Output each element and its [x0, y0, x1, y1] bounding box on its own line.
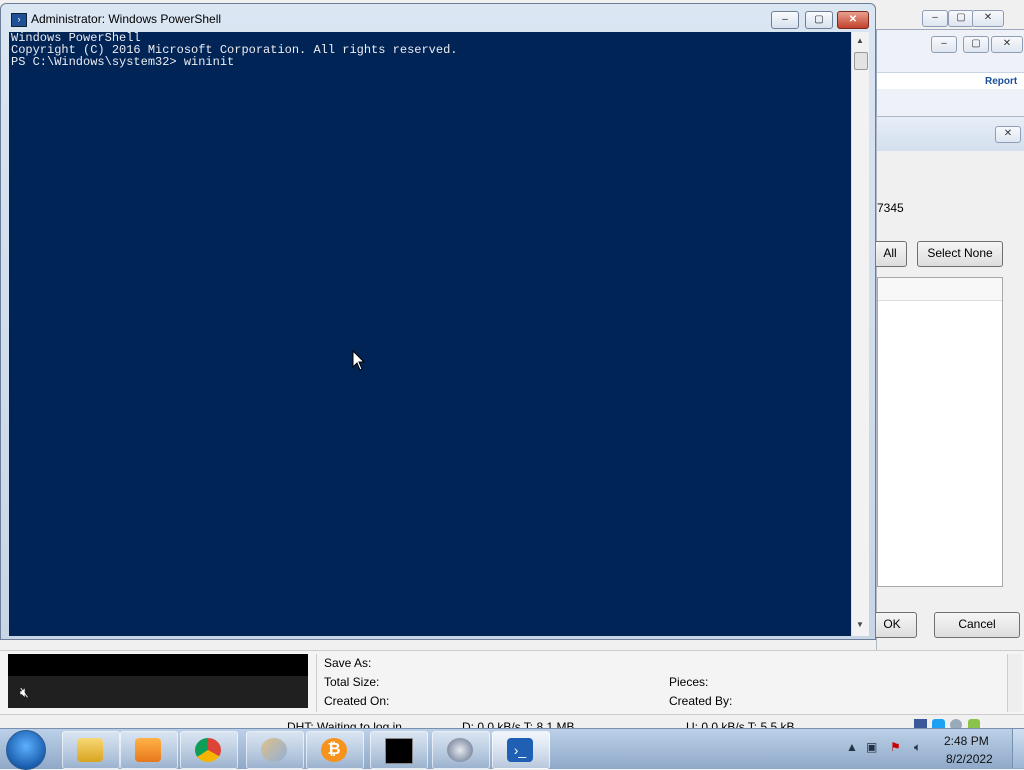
- minimize-button[interactable]: –: [771, 11, 799, 29]
- paint-icon: [261, 738, 287, 762]
- powershell-window: › Administrator: Windows PowerShell – ▢ …: [0, 3, 876, 640]
- background-window-1: – ▢ ✕: [876, 3, 1024, 29]
- created-by-label: Created By:: [669, 694, 733, 708]
- bg1-minimize-button[interactable]: –: [922, 10, 948, 27]
- scrollbar-thumb[interactable]: [854, 52, 868, 70]
- details-scrollbar[interactable]: [1007, 654, 1022, 712]
- media-player-icon: [135, 738, 161, 762]
- action-center-icon[interactable]: ⚑: [890, 740, 906, 756]
- mouse-cursor-icon: [352, 350, 366, 371]
- scroll-up-icon[interactable]: ▲: [856, 36, 864, 45]
- show-hidden-icons-icon[interactable]: ▲: [846, 740, 862, 756]
- chrome-icon: [195, 738, 221, 762]
- report-link[interactable]: Report: [985, 76, 1017, 87]
- clock-time[interactable]: 2:48 PM: [944, 734, 989, 748]
- bg2-minimize-button[interactable]: –: [931, 36, 957, 53]
- network-icon[interactable]: ▣: [866, 740, 882, 756]
- scroll-down-icon[interactable]: ▼: [856, 620, 864, 629]
- show-desktop-button[interactable]: [1012, 729, 1024, 768]
- torrent-dialog: ✕ 7345 All Select None OK Cancel: [867, 116, 1024, 652]
- dialog-close-button[interactable]: ✕: [995, 126, 1021, 143]
- volume-icon[interactable]: 🔈︎: [914, 740, 930, 756]
- taskbar-bitcoin[interactable]: ₿: [306, 731, 364, 769]
- save-as-label: Save As:: [324, 656, 372, 670]
- total-size-label: Total Size:: [324, 675, 380, 689]
- vertical-scrollbar[interactable]: ▲ ▼: [851, 32, 869, 636]
- file-explorer-icon: [77, 738, 103, 762]
- taskbar-file-explorer[interactable]: [62, 731, 120, 769]
- taskbar-paint[interactable]: [246, 731, 304, 769]
- taskbar-powershell[interactable]: ›_: [492, 731, 550, 769]
- bg2-close-button[interactable]: ✕: [991, 36, 1023, 53]
- bittorrent-icon: [447, 738, 473, 762]
- bg1-maximize-button[interactable]: ▢: [948, 10, 974, 27]
- start-button[interactable]: [6, 730, 46, 770]
- bg2-maximize-button[interactable]: ▢: [963, 36, 989, 53]
- file-list[interactable]: [877, 277, 1003, 587]
- cmd-icon: [385, 738, 413, 764]
- select-none-button[interactable]: Select None: [917, 241, 1003, 267]
- dialog-number-fragment: 7345: [877, 201, 904, 215]
- taskbar-cmd[interactable]: [370, 731, 428, 769]
- video-controls: 🔇︎: [8, 676, 308, 708]
- console-output[interactable]: Windows PowerShell Copyright (C) 2016 Mi…: [9, 32, 851, 636]
- close-button[interactable]: ✕: [837, 11, 869, 29]
- created-on-label: Created On:: [324, 694, 390, 708]
- taskbar-media-player[interactable]: [120, 731, 178, 769]
- select-all-button[interactable]: All: [873, 241, 907, 267]
- file-list-header: [878, 278, 1002, 301]
- console-prompt-line: PS C:\Windows\system32> wininit: [11, 55, 235, 69]
- info-separator: [316, 654, 317, 712]
- background-window-2: – ▢ ✕ Report: [876, 29, 1024, 117]
- pieces-label: Pieces:: [669, 675, 709, 689]
- status-bar: DHT: Waiting to log in D: 0.0 kB/s T: 8.…: [0, 714, 1024, 729]
- clock-date[interactable]: 8/2/2022: [946, 752, 993, 766]
- bg1-close-button[interactable]: ✕: [972, 10, 1004, 27]
- powershell-taskbar-icon: ›_: [507, 738, 533, 762]
- powershell-icon: ›: [11, 13, 27, 27]
- window-title: Administrator: Windows PowerShell: [31, 12, 222, 26]
- mute-icon[interactable]: 🔇︎: [20, 684, 29, 701]
- taskbar-bittorrent[interactable]: [432, 731, 490, 769]
- maximize-button[interactable]: ▢: [805, 11, 833, 29]
- taskbar-chrome[interactable]: [180, 731, 238, 769]
- bitcoin-icon: ₿: [321, 738, 347, 762]
- cancel-button[interactable]: Cancel: [934, 612, 1020, 638]
